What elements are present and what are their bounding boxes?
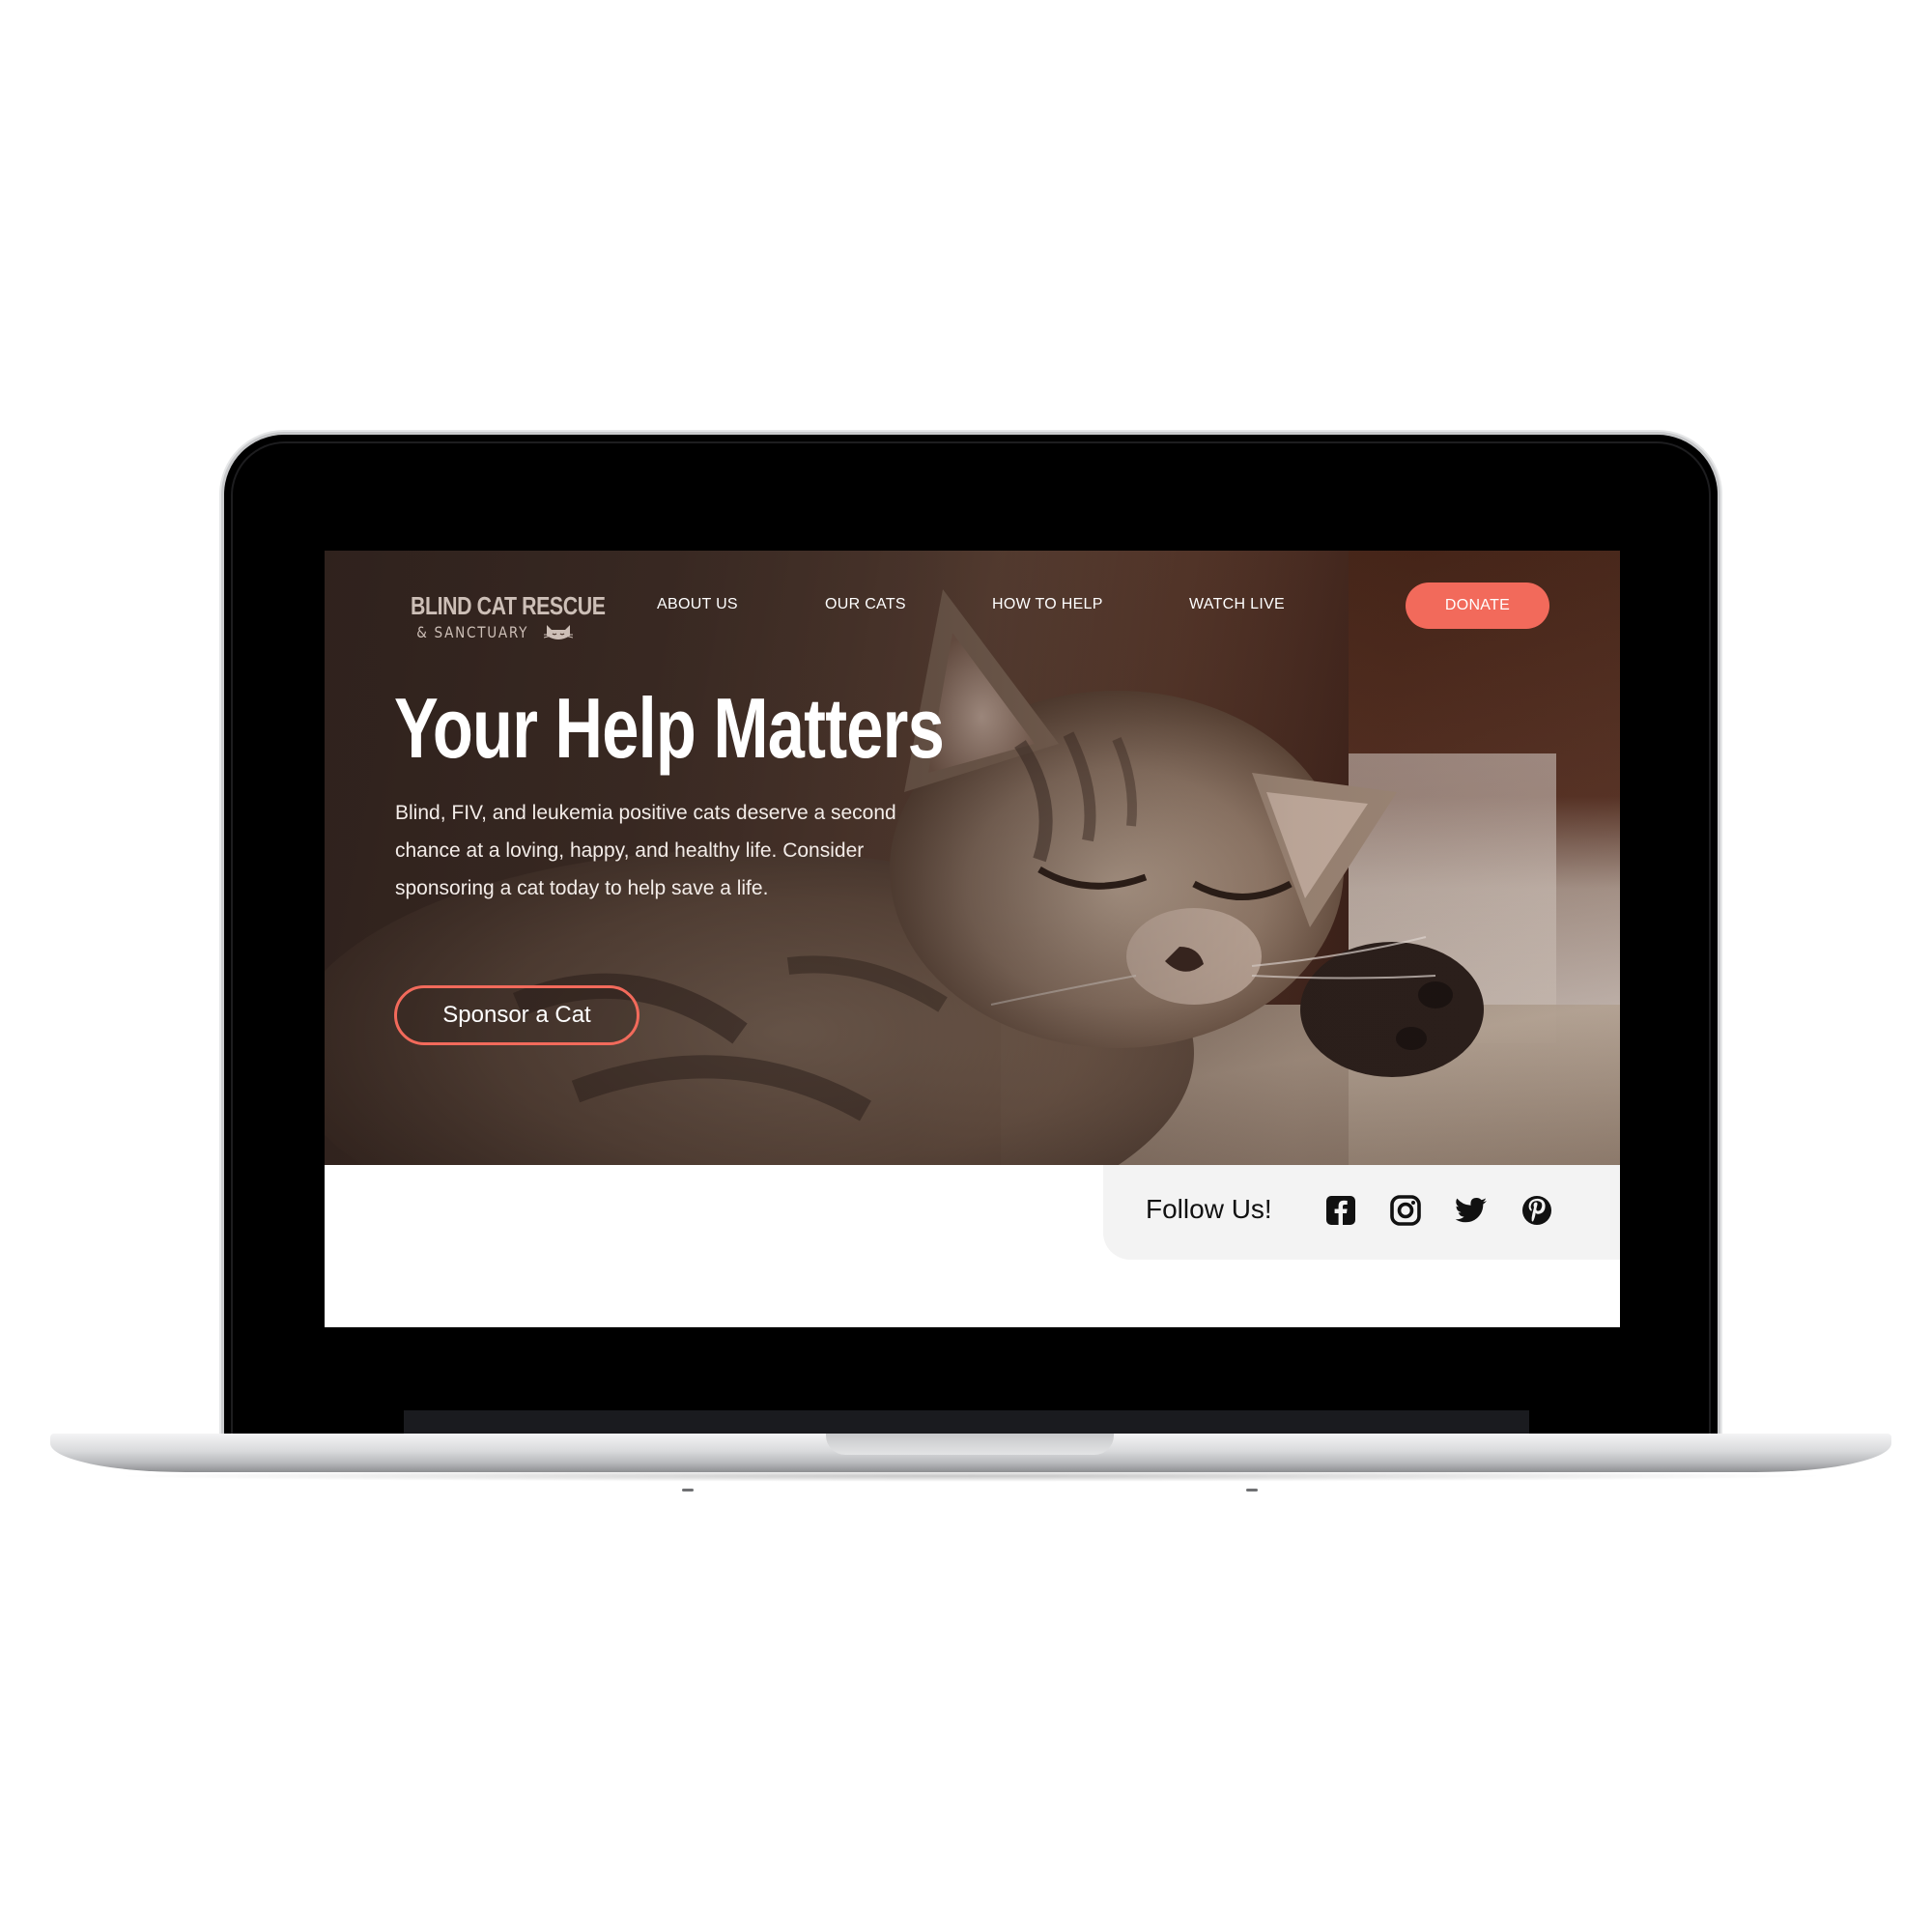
cat-face-icon	[544, 625, 574, 639]
nav-watch-live[interactable]: WATCH LIVE	[1189, 596, 1285, 613]
twitter-icon[interactable]	[1455, 1194, 1488, 1227]
follow-us-label: Follow Us!	[1146, 1194, 1272, 1224]
logo-title: BLIND CAT RESCUE	[411, 591, 606, 620]
nav-about-us[interactable]: ABOUT US	[657, 596, 738, 613]
facebook-icon[interactable]	[1324, 1194, 1357, 1227]
nav-how-to-help[interactable]: HOW TO HELP	[992, 596, 1103, 613]
instagram-icon[interactable]	[1389, 1194, 1422, 1227]
sponsor-a-cat-button[interactable]: Sponsor a Cat	[394, 985, 639, 1045]
hero-section: BLIND CAT RESCUE & SANCTUARY ABOUT US OU…	[325, 551, 1620, 1165]
laptop-vent	[1246, 1489, 1258, 1492]
logo-subtitle: & SANCTUARY	[415, 623, 528, 641]
follow-us-bar: Follow Us!	[1103, 1165, 1620, 1260]
nav-our-cats[interactable]: OUR CATS	[825, 596, 906, 613]
laptop-opening-notch	[826, 1434, 1114, 1455]
laptop-hinge	[404, 1410, 1529, 1435]
hero-title: Your Help Matters	[394, 680, 945, 776]
logo-subtitle-row: & SANCTUARY	[393, 623, 586, 642]
hero-description: Blind, FIV, and leukemia positive cats d…	[395, 802, 896, 899]
pinterest-icon[interactable]	[1520, 1194, 1553, 1227]
main-navigation: BLIND CAT RESCUE & SANCTUARY ABOUT US OU…	[325, 551, 1620, 659]
donate-button[interactable]: DONATE	[1406, 582, 1549, 629]
website-screen: BLIND CAT RESCUE & SANCTUARY ABOUT US OU…	[325, 551, 1620, 1327]
laptop-vent	[682, 1489, 694, 1492]
site-logo[interactable]: BLIND CAT RESCUE & SANCTUARY	[393, 591, 606, 642]
